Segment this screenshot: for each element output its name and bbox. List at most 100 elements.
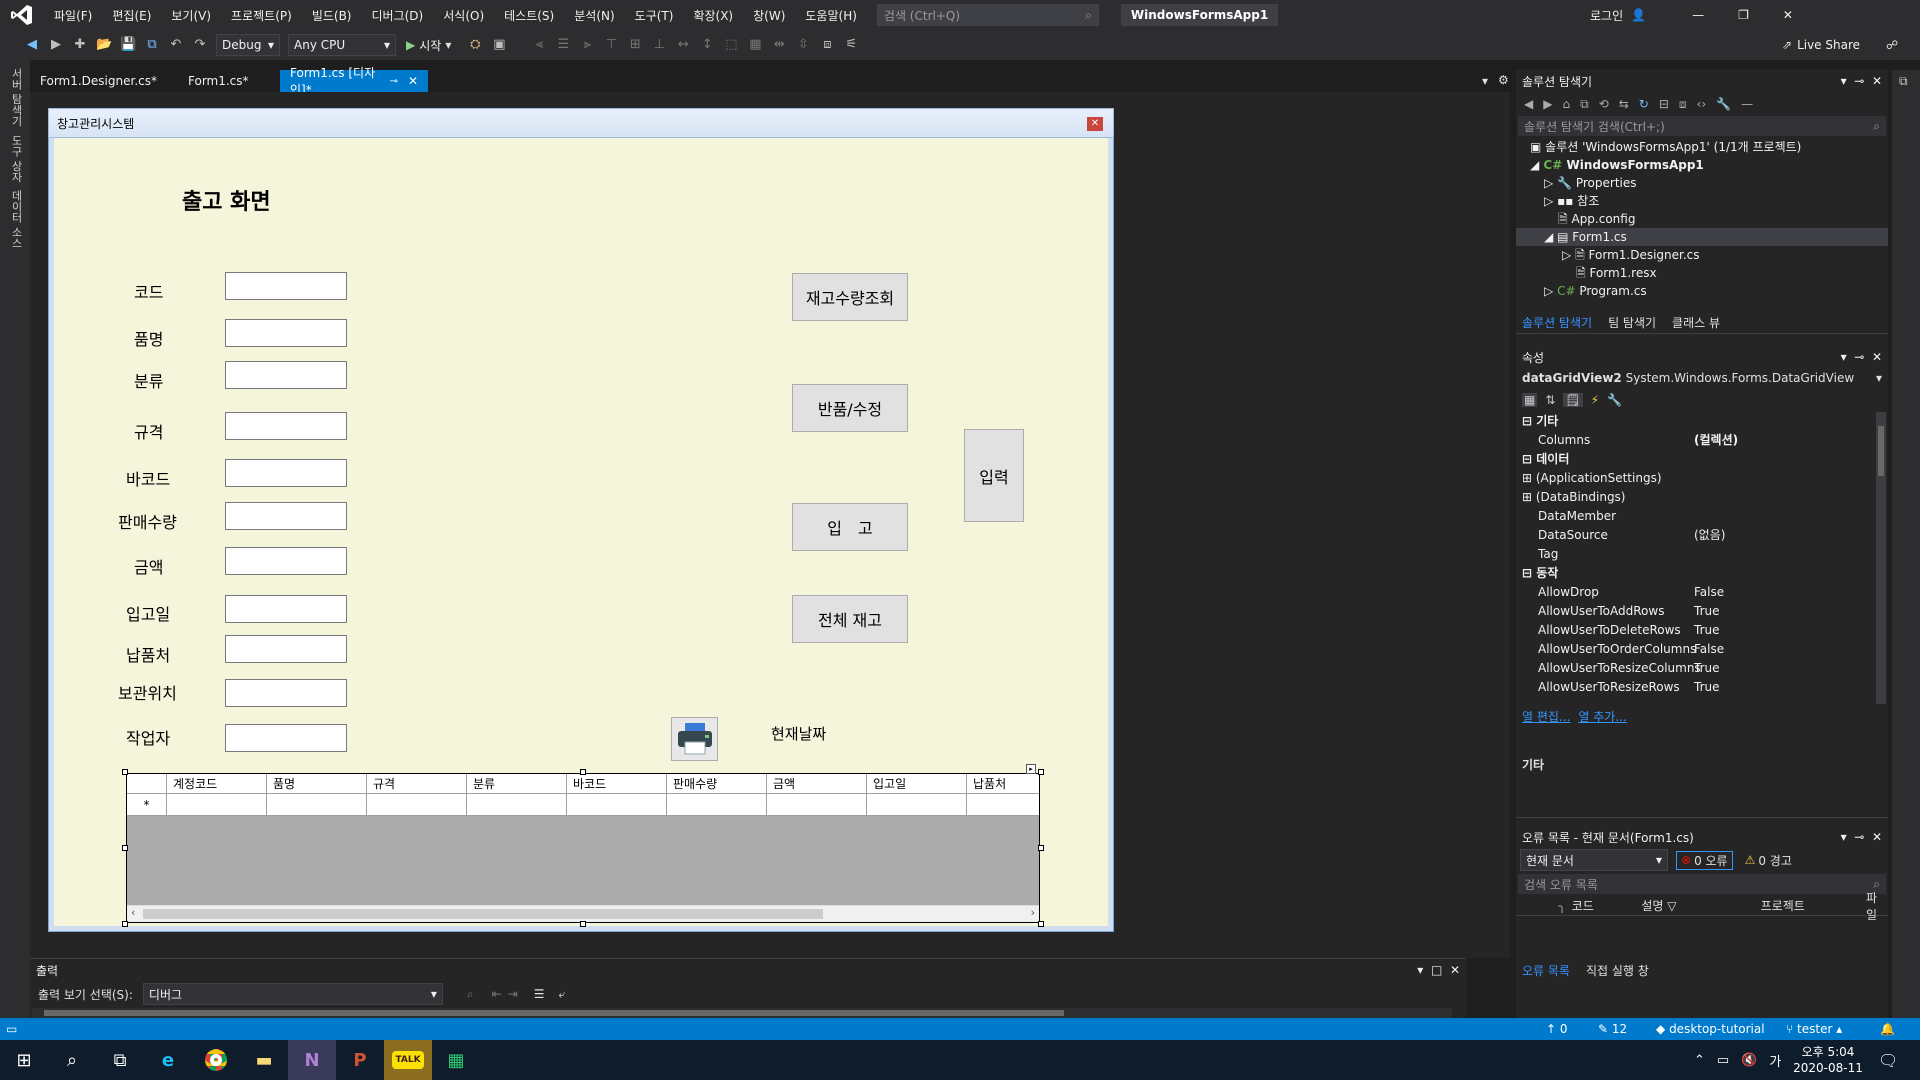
tree-item-form1-resx[interactable]: 🗎 Form1.resx (1530, 264, 1888, 282)
property-row[interactable]: AllowDrop False (1516, 583, 1888, 602)
collapse-all-icon[interactable]: ⊟ (1659, 97, 1669, 111)
align-middles-icon[interactable]: ⊞ (627, 37, 643, 53)
close-icon[interactable]: ✕ (1872, 830, 1882, 844)
speaker-mute-icon[interactable]: 🔇 (1741, 1053, 1757, 1068)
search-input[interactable]: 검색 (Ctrl+Q) ⌕ (876, 4, 1099, 26)
table-row[interactable]: * (127, 794, 1039, 816)
scroll-thumb[interactable] (143, 909, 823, 919)
property-row[interactable]: DataSource (없음) (1516, 526, 1888, 545)
same-width-icon[interactable]: ↔ (675, 37, 691, 53)
live-share-button[interactable]: ⇗ Live Share (1782, 38, 1860, 52)
align-tops-icon[interactable]: ⊤ (603, 37, 619, 53)
edit-columns-link[interactable]: 열 편집... (1522, 708, 1570, 725)
switch-views-icon[interactable]: ⧉ (1580, 97, 1589, 112)
taskbar-clock[interactable]: 오후 5:04 2020-08-11 (1788, 1044, 1868, 1076)
back-icon[interactable]: ◀ (24, 37, 40, 53)
chrome-icon[interactable] (192, 1040, 240, 1080)
sync-icon[interactable]: ⇆ (1619, 97, 1629, 111)
barcode-textbox[interactable] (225, 459, 347, 487)
events-icon[interactable]: ⚡ (1591, 393, 1599, 407)
error-search-input[interactable]: 검색 오류 목록 ⌕ (1518, 874, 1886, 894)
align-lefts-icon[interactable]: ⫷ (531, 37, 547, 53)
grid-cell[interactable] (767, 794, 867, 816)
menu-build[interactable]: 빌드(B) (302, 7, 362, 24)
notifications-icon[interactable]: ⧉ (1899, 74, 1920, 89)
menu-help[interactable]: 도움말(H) (795, 7, 867, 24)
notification-bell-icon[interactable]: 🔔 (1880, 1022, 1895, 1036)
data-sources-tab[interactable]: 데이터 소스 (8, 190, 24, 249)
bring-to-front-icon[interactable]: ⧈ (819, 37, 835, 53)
tab-class-view[interactable]: 클래스 뷰 (1672, 314, 1720, 333)
visual-studio-taskbar-icon[interactable]: N (288, 1040, 336, 1080)
close-icon[interactable]: ✕ (408, 74, 418, 88)
show-all-files-icon[interactable]: ⧈ (1679, 97, 1687, 112)
alphabetical-icon[interactable]: ⇅ (1545, 393, 1555, 407)
grid-column-header[interactable]: 품명 (267, 774, 367, 794)
amount-textbox[interactable] (225, 547, 347, 575)
chevron-down-icon[interactable]: ▾ (1841, 830, 1847, 844)
grid-column-header[interactable]: 계정코드 (167, 774, 267, 794)
maximize-icon[interactable]: □ (1431, 963, 1442, 977)
scroll-thumb[interactable] (44, 1010, 1064, 1016)
menu-file[interactable]: 파일(F) (44, 7, 102, 24)
object-selector[interactable]: dataGridView2 System.Windows.Forms.DataG… (1516, 368, 1888, 388)
pin-icon[interactable]: ⊸ (1854, 350, 1864, 364)
tab-immediate-window[interactable]: 직접 실행 창 (1586, 962, 1649, 982)
menu-extensions[interactable]: 확장(X) (683, 7, 743, 24)
back-icon[interactable]: ◀ (1524, 97, 1533, 111)
property-row[interactable]: DataMember (1516, 507, 1888, 526)
category-textbox[interactable] (225, 361, 347, 389)
snapshot-icon[interactable]: ▣ (491, 37, 507, 53)
same-height-icon[interactable]: ↕ (699, 37, 715, 53)
undo-icon[interactable]: ↶ (168, 37, 184, 53)
grid-cell[interactable] (567, 794, 667, 816)
severity-column-icon[interactable]: ╮ (1516, 899, 1572, 913)
ime-indicator[interactable]: 가 (1769, 1051, 1781, 1070)
minimize-button[interactable]: — (1692, 8, 1704, 22)
grid-cell[interactable] (167, 794, 267, 816)
category-behavior[interactable]: ⊟ 동작 (1516, 564, 1888, 583)
return-edit-button[interactable]: 반품/수정 (792, 384, 908, 432)
refresh-icon[interactable]: ↻ (1639, 97, 1649, 111)
close-window-button[interactable]: ✕ (1783, 8, 1793, 22)
view-code-icon[interactable]: ‹› (1697, 97, 1707, 111)
menu-test[interactable]: 테스트(S) (494, 7, 564, 24)
save-all-icon[interactable]: ⧉ (144, 37, 160, 53)
grid-column-header[interactable]: 규격 (367, 774, 467, 794)
menu-analyze[interactable]: 분석(N) (564, 7, 624, 24)
tree-item-program-cs[interactable]: ▷ C# Program.cs (1530, 282, 1888, 300)
property-row[interactable]: Tag (1516, 545, 1888, 564)
grid-column-header[interactable]: 판매수량 (667, 774, 767, 794)
output-source-select[interactable]: 디버그 ▾ (142, 983, 443, 1005)
start-button[interactable]: ▶ 시작 ▾ (406, 37, 451, 54)
error-column-code[interactable]: 코드 (1572, 897, 1642, 914)
tree-item-app-config[interactable]: 🗎 App.config (1530, 210, 1888, 228)
pin-icon[interactable]: ⊸ (390, 76, 398, 87)
tree-item-form1-cs[interactable]: ◢ ▤ Form1.cs (1516, 228, 1888, 246)
powerpoint-icon[interactable]: P (336, 1040, 384, 1080)
add-column-link[interactable]: 열 추가... (1578, 708, 1626, 725)
forward-icon[interactable]: ▶ (48, 37, 64, 53)
scroll-thumb[interactable] (1878, 426, 1884, 476)
feedback-icon[interactable]: ☍ (1886, 38, 1898, 52)
user-icon[interactable]: 👤 (1631, 8, 1646, 22)
tab-list-chevron-icon[interactable]: ▾ (1482, 74, 1488, 88)
tab-form1-designer-cs[interactable]: Form1.Designer.cs* (30, 70, 170, 92)
redo-icon[interactable]: ↷ (192, 37, 208, 53)
tab-solution-explorer[interactable]: 솔루션 탐색기 (1522, 314, 1592, 333)
close-icon[interactable]: ✕ (1872, 74, 1882, 88)
receive-button[interactable]: 입 고 (792, 503, 908, 551)
word-wrap-icon[interactable]: ⤶ (559, 987, 566, 1002)
tree-item-properties[interactable]: ▷ 🔧 Properties (1530, 174, 1888, 192)
stock-query-button[interactable]: 재고수량조회 (792, 273, 908, 321)
find-icon[interactable]: ⌕ (467, 987, 474, 1002)
error-column-file[interactable]: 파일 (1866, 889, 1888, 923)
configuration-select[interactable]: Debug ▾ (216, 34, 280, 56)
green-app-icon[interactable]: ▦ (432, 1040, 480, 1080)
resize-handle[interactable] (122, 921, 128, 927)
maximize-button[interactable]: ❐ (1738, 8, 1749, 22)
open-icon[interactable]: 📂 (96, 37, 112, 53)
resize-handle[interactable] (122, 845, 128, 851)
resize-handle[interactable] (580, 769, 586, 775)
error-column-description[interactable]: 설명 ▽ (1641, 897, 1760, 914)
